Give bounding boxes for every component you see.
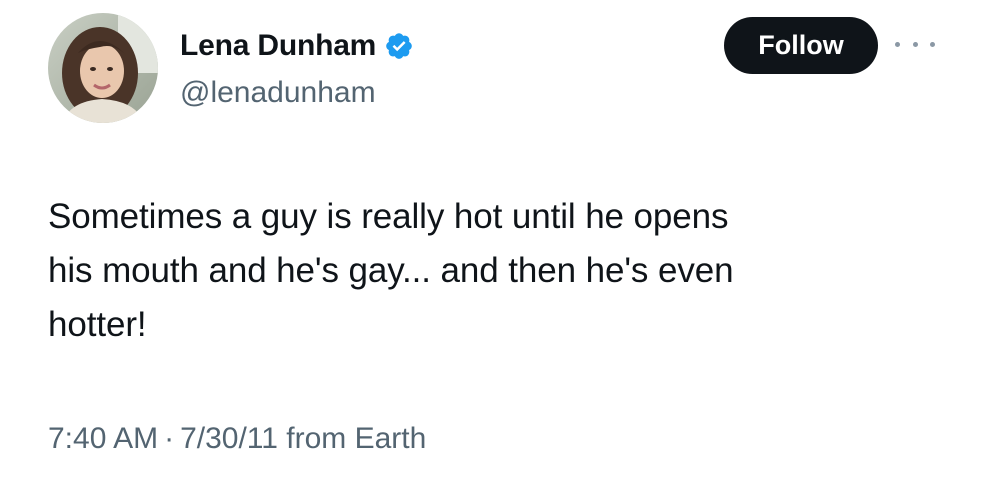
meta-separator: ·: [164, 422, 175, 455]
tweet-meta: 7:40 AM · 7/30/11 from Earth: [48, 422, 426, 456]
avatar[interactable]: [48, 13, 158, 123]
follow-button[interactable]: Follow: [724, 17, 878, 74]
more-dot: [912, 41, 918, 47]
author-name-row: Lena Dunham: [180, 26, 414, 66]
more-dot: [930, 41, 935, 47]
display-name[interactable]: Lena Dunham: [180, 29, 376, 63]
tweet-text: Sometimes a guy is really hot until he o…: [48, 197, 734, 344]
tweet-date-source[interactable]: 7/30/11 from Earth: [180, 422, 426, 456]
author-handle[interactable]: @lenadunham: [180, 76, 376, 110]
tweet-card: Lena Dunham @lenadunham Follow Sometimes…: [0, 0, 986, 485]
tweet-time[interactable]: 7:40 AM: [48, 422, 158, 456]
more-options-icon[interactable]: [895, 34, 935, 54]
more-dot: [895, 41, 900, 47]
avatar-photo: [48, 13, 158, 123]
verified-badge-icon: [384, 31, 414, 61]
